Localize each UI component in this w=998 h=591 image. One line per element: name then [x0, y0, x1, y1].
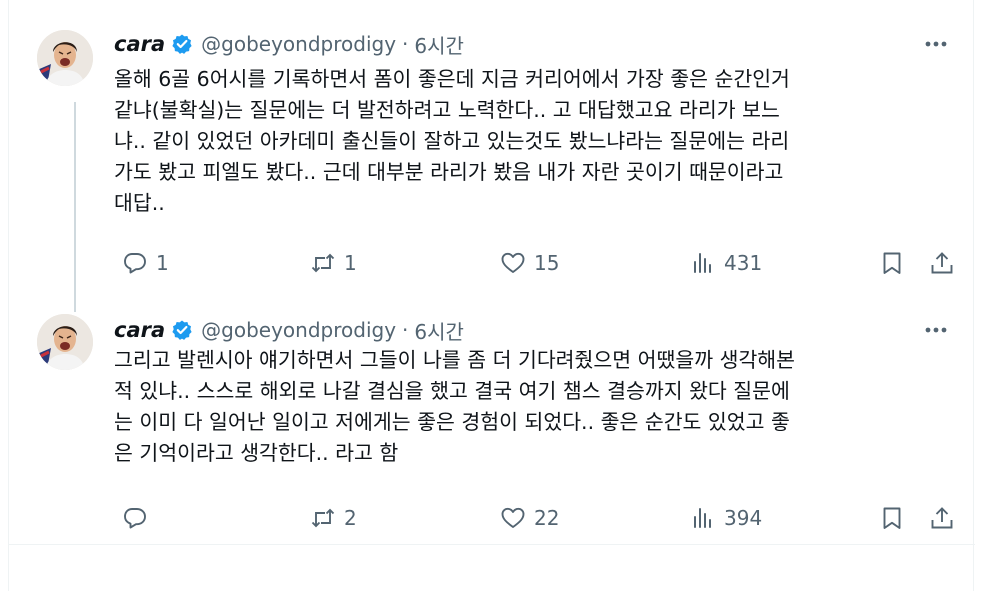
views-count: 431: [724, 251, 763, 275]
views-button[interactable]: 431: [690, 245, 762, 281]
avatar[interactable]: [37, 314, 93, 370]
retweet-count: 1: [344, 251, 357, 275]
more-horizontal-icon[interactable]: [921, 317, 951, 343]
heart-icon: [501, 507, 525, 528]
tweet-timestamp[interactable]: 6시간: [414, 316, 464, 345]
bookmark-button[interactable]: [879, 500, 905, 536]
verified-badge-icon[interactable]: [171, 319, 193, 341]
share-button[interactable]: [929, 245, 955, 281]
reply-icon: [124, 508, 146, 529]
tweet-header: cara @gobeyondprodigy · 6시간: [114, 29, 951, 59]
retweet-count: 2: [344, 506, 357, 530]
tweet-text: 올해 6골 6어시를 기록하면서 폼이 좋은데 지금 커리어에서 가장 좋은 순…: [114, 67, 790, 215]
retweet-icon: [311, 253, 335, 273]
bookmark-icon: [883, 252, 901, 274]
views-button[interactable]: 394: [690, 500, 762, 536]
retweet-button[interactable]: 1: [310, 245, 357, 281]
tweet[interactable]: cara @gobeyondprodigy · 6시간 그리고 발렌시아 얘기하…: [9, 296, 975, 545]
author-name[interactable]: cara: [114, 318, 165, 342]
views-bar-chart-icon: [694, 253, 711, 273]
tweet-timestamp[interactable]: 6시간: [414, 30, 464, 59]
avatar-photo-icon: [37, 30, 93, 86]
retweet-button[interactable]: 2: [310, 500, 357, 536]
verified-badge-icon[interactable]: [171, 33, 193, 55]
avatar[interactable]: [37, 30, 93, 86]
header-separator: ·: [402, 318, 409, 342]
views-bar-chart-icon: [694, 508, 711, 528]
share-icon: [931, 507, 953, 529]
share-button[interactable]: [929, 500, 955, 536]
like-count: 22: [534, 506, 560, 530]
tweet-actions: 1 1 15 431: [114, 245, 966, 281]
share-icon: [931, 252, 953, 274]
reply-button[interactable]: [122, 500, 156, 536]
bookmark-button[interactable]: [879, 245, 905, 281]
retweet-icon: [311, 508, 335, 528]
reply-count: 1: [156, 251, 169, 275]
tweet-actions: 2 22 394: [114, 500, 966, 536]
header-separator: ·: [402, 32, 409, 56]
more-horizontal-icon[interactable]: [921, 31, 951, 57]
tweet-header: cara @gobeyondprodigy · 6시간: [114, 315, 951, 345]
like-button[interactable]: 15: [500, 245, 559, 281]
tweet[interactable]: cara @gobeyondprodigy · 6시간 올해 6골 6어시를 기…: [9, 0, 975, 296]
author-handle[interactable]: @gobeyondprodigy: [201, 32, 396, 56]
reply-button[interactable]: 1: [122, 245, 169, 281]
author-name[interactable]: cara: [114, 32, 165, 56]
author-handle[interactable]: @gobeyondprodigy: [201, 318, 396, 342]
views-count: 394: [724, 506, 763, 530]
tweet-text: 그리고 발렌시아 얘기하면서 그들이 나를 좀 더 기다려줬으면 어땠을까 생각…: [114, 348, 796, 465]
like-button[interactable]: 22: [500, 500, 559, 536]
bookmark-icon: [883, 507, 901, 529]
like-count: 15: [534, 251, 560, 275]
heart-icon: [501, 252, 525, 273]
timeline-thread: cara @gobeyondprodigy · 6시간 올해 6골 6어시를 기…: [8, 0, 975, 591]
reply-icon: [124, 253, 146, 274]
avatar-photo-icon: [37, 314, 93, 370]
